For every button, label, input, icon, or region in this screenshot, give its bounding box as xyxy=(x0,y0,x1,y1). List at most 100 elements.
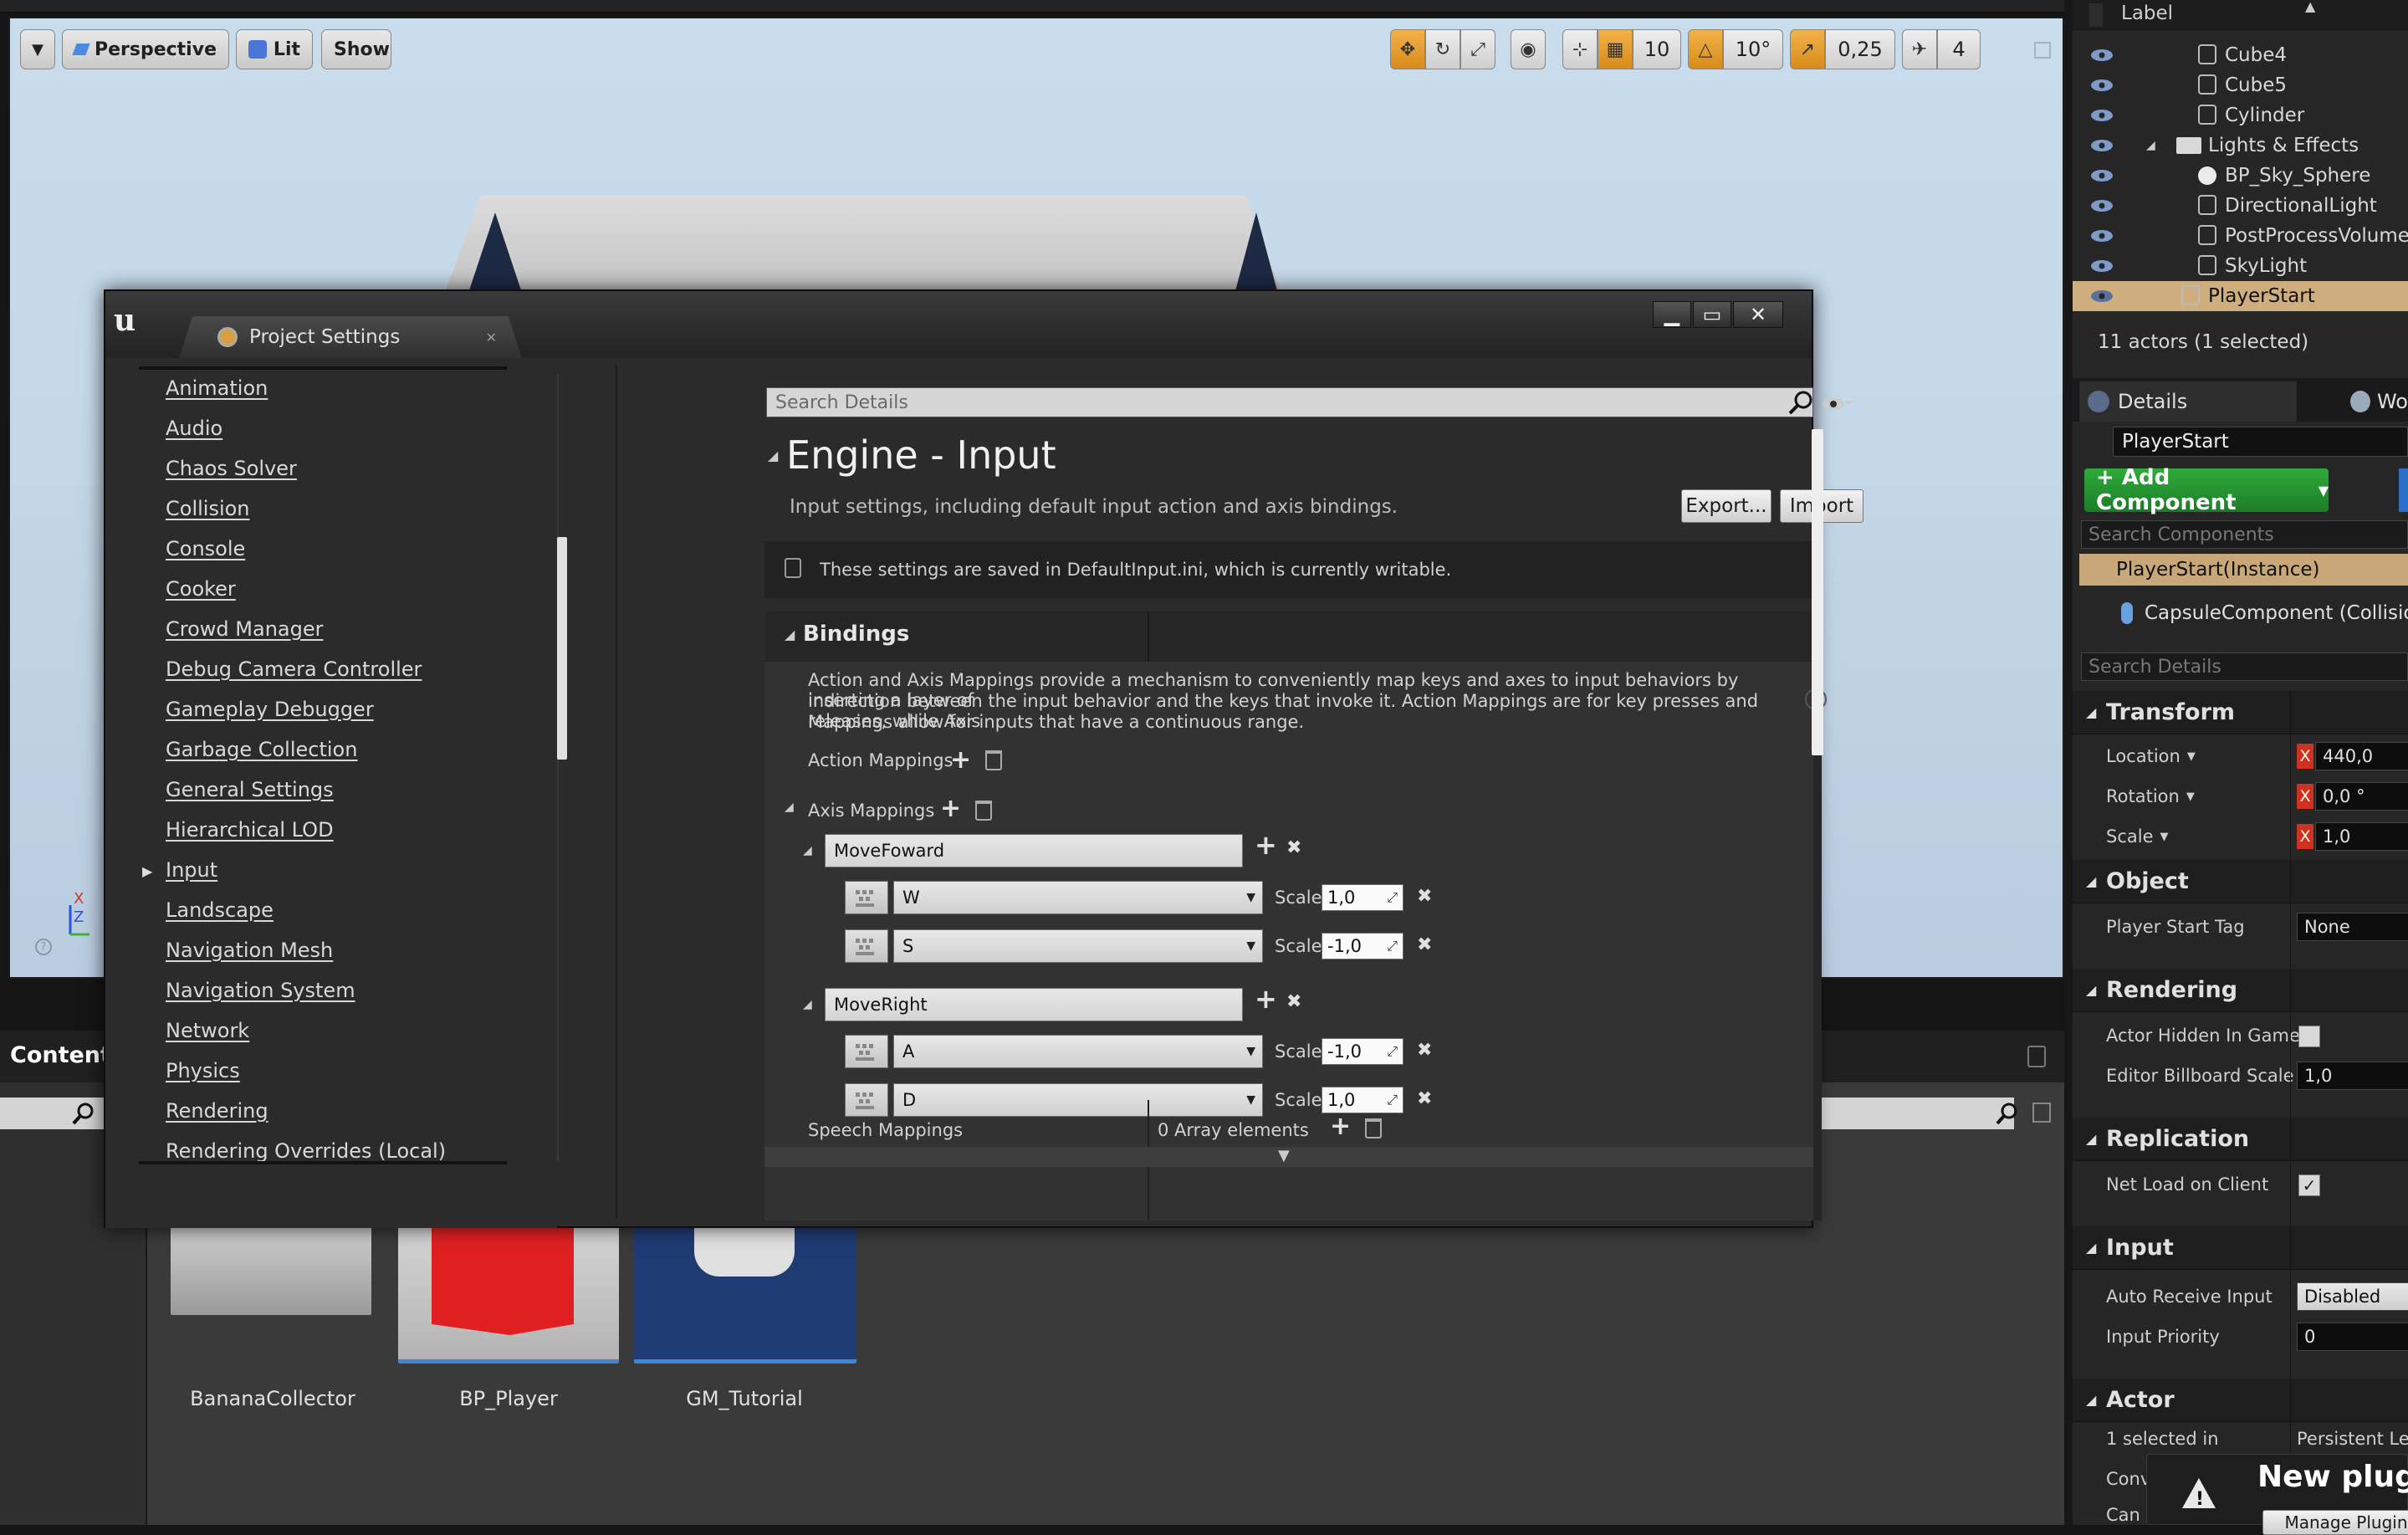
visibility-eye-icon[interactable] xyxy=(2089,228,2114,244)
tab-world-settings[interactable]: Wo xyxy=(2344,381,2408,422)
remove-key-icon[interactable]: ✖ xyxy=(1417,1040,1432,1061)
visibility-eye-icon[interactable] xyxy=(2089,197,2114,214)
add-action-mapping-icon[interactable]: + xyxy=(950,745,971,775)
window-title-bar[interactable]: u Project Settings ✕ ▁ ▭ ✕ xyxy=(105,291,1812,358)
scale-input[interactable]: -1,0 ⤢ xyxy=(1322,1038,1403,1065)
outliner-row[interactable]: SkyLight xyxy=(2073,251,2408,281)
lock-icon[interactable] xyxy=(2027,1046,2046,1067)
settings-nav-item[interactable]: Navigation Mesh xyxy=(166,939,333,962)
net-load-checkbox[interactable]: ✓ xyxy=(2298,1174,2320,1196)
panel-divider[interactable] xyxy=(2064,0,2073,1525)
visibility-eye-icon[interactable] xyxy=(2089,258,2114,274)
replication-section-header[interactable]: ◢ Replication xyxy=(2073,1118,2408,1161)
collapse-arrow-icon[interactable]: ◢ xyxy=(803,844,812,857)
outliner-row[interactable]: ◢ Lights & Effects xyxy=(2073,130,2408,161)
grid-snap-icon[interactable]: ▦ xyxy=(1598,29,1633,69)
player-start-tag-field[interactable]: None xyxy=(2297,913,2408,941)
settings-nav-item[interactable]: Gameplay Debugger xyxy=(166,698,374,721)
actor-hidden-checkbox[interactable] xyxy=(2298,1026,2320,1047)
save-icon[interactable] xyxy=(2032,1103,2051,1123)
camera-speed-icon[interactable]: ✈ xyxy=(1902,29,1937,69)
surface-snap-icon[interactable]: ⊹ xyxy=(1562,29,1598,69)
outliner-row[interactable]: Cube5 xyxy=(2073,70,2408,100)
export-button[interactable]: Export... xyxy=(1681,489,1771,523)
settings-nav-item[interactable]: Rendering Overrides (Local) xyxy=(166,1139,446,1161)
actor-name-field[interactable]: PlayerStart xyxy=(2113,427,2408,457)
search-icon[interactable] xyxy=(1994,1099,2022,1128)
asset-thumbnail-bananacollector[interactable] xyxy=(171,1226,371,1315)
remove-axis-icon[interactable]: ✖ xyxy=(1286,837,1301,858)
add-axis-mapping-icon[interactable]: + xyxy=(940,794,961,823)
settings-nav-item[interactable]: Console xyxy=(166,537,245,560)
location-x-field[interactable]: 440,0 xyxy=(2315,742,2408,770)
visibility-eye-icon[interactable] xyxy=(2089,288,2114,304)
settings-nav-item[interactable]: Audio xyxy=(166,417,222,440)
search-icon[interactable] xyxy=(1787,387,1817,417)
visibility-eye-icon[interactable] xyxy=(2089,167,2114,184)
billboard-scale-field[interactable]: 1,0 xyxy=(2297,1062,2408,1090)
close-button[interactable]: ✕ xyxy=(1733,301,1783,328)
help-icon[interactable]: ? xyxy=(35,939,52,955)
settings-nav-item[interactable]: Navigation System xyxy=(166,979,355,1002)
grid-snap-value[interactable]: 10 xyxy=(1633,29,1681,69)
scale-tool-icon[interactable]: ⤢ xyxy=(1460,29,1495,69)
key-select[interactable]: D ▼ xyxy=(893,1083,1263,1117)
manage-plugin-button[interactable]: Manage Plugin xyxy=(2262,1510,2408,1535)
tab-project-settings[interactable]: Project Settings ✕ xyxy=(179,316,522,358)
collapse-arrow-icon[interactable]: ◢ xyxy=(803,998,812,1011)
rotation-snap-value[interactable]: 10° xyxy=(1723,29,1783,69)
asset-thumbnail-bp-player[interactable] xyxy=(398,1226,619,1364)
key-select[interactable]: S ▼ xyxy=(893,929,1263,963)
close-tab-icon[interactable]: ✕ xyxy=(486,330,497,345)
visibility-eye-icon[interactable] xyxy=(2089,47,2114,64)
transform-section-header[interactable]: ◢ Transform xyxy=(2073,691,2408,734)
remove-key-icon[interactable]: ✖ xyxy=(1417,886,1432,907)
settings-nav-item[interactable]: Chaos Solver xyxy=(166,457,297,480)
scale-x-field[interactable]: 1,0 xyxy=(2315,822,2408,851)
settings-nav-item[interactable]: Physics xyxy=(166,1059,240,1082)
input-section-header[interactable]: ◢ Input xyxy=(2073,1226,2408,1270)
reset-arrow-icon[interactable]: ⤢ xyxy=(1387,938,1398,954)
rotation-snap-icon[interactable]: △ xyxy=(1688,29,1723,69)
settings-nav-item[interactable]: General Settings xyxy=(166,778,334,801)
collapse-arrow-icon[interactable]: ◢ xyxy=(768,448,778,463)
expand-arrow-icon[interactable]: ▶ xyxy=(142,863,152,879)
collapse-arrow-icon[interactable]: ◢ xyxy=(2146,139,2155,152)
trash-icon[interactable] xyxy=(1365,1118,1382,1138)
keyboard-key-icon[interactable] xyxy=(845,1035,888,1068)
settings-nav-item[interactable]: Rendering xyxy=(166,1099,268,1123)
scale-input[interactable]: 1,0 ⤢ xyxy=(1322,884,1403,911)
label-column-header[interactable]: Label xyxy=(2121,3,2173,24)
maximize-button[interactable]: ▭ xyxy=(1693,301,1731,328)
add-speech-mapping-icon[interactable]: + xyxy=(1330,1112,1351,1141)
keyboard-key-icon[interactable] xyxy=(845,929,888,963)
maximize-viewport-icon[interactable] xyxy=(2034,42,2051,59)
settings-nav-item[interactable]: Garbage Collection xyxy=(166,738,357,761)
content-scrollbar-thumb[interactable] xyxy=(1812,429,1823,755)
input-priority-field[interactable]: 0 xyxy=(2297,1323,2408,1351)
scale-snap-value[interactable]: 0,25 xyxy=(1825,29,1895,69)
rotation-x-field[interactable]: 0,0 ° xyxy=(2315,782,2408,811)
scale-input[interactable]: 1,0 ⤢ xyxy=(1322,1087,1403,1113)
scale-input[interactable]: -1,0 ⤢ xyxy=(1322,933,1403,959)
keyboard-key-icon[interactable] xyxy=(845,881,888,914)
translate-tool-icon[interactable]: ✥ xyxy=(1390,29,1425,69)
settings-nav-item[interactable]: Input xyxy=(166,858,217,882)
visibility-eye-icon[interactable] xyxy=(2089,107,2114,124)
settings-nav-item[interactable]: Collision xyxy=(166,497,250,520)
scale-snap-icon[interactable]: ↗ xyxy=(1790,29,1825,69)
perspective-button[interactable]: Perspective xyxy=(62,29,229,69)
key-select[interactable]: W ▼ xyxy=(893,881,1263,914)
remove-key-icon[interactable]: ✖ xyxy=(1417,934,1432,955)
visibility-eye-icon[interactable] xyxy=(2089,77,2114,94)
add-key-icon[interactable]: + xyxy=(1255,829,1277,861)
eye-visibility-icon[interactable] xyxy=(1822,394,1855,414)
trash-icon[interactable] xyxy=(985,750,1002,770)
search-details-box[interactable]: Search Details xyxy=(766,387,1813,417)
add-key-icon[interactable]: + xyxy=(1255,983,1277,1015)
add-component-button[interactable]: + Add Component ▼ xyxy=(2084,465,2329,515)
viewport-options-button[interactable]: ▼ xyxy=(20,29,55,69)
object-section-header[interactable]: ◢ Object xyxy=(2073,860,2408,903)
axis-name-input[interactable]: MoveFoward xyxy=(825,834,1243,867)
rotate-tool-icon[interactable]: ↻ xyxy=(1425,29,1460,69)
